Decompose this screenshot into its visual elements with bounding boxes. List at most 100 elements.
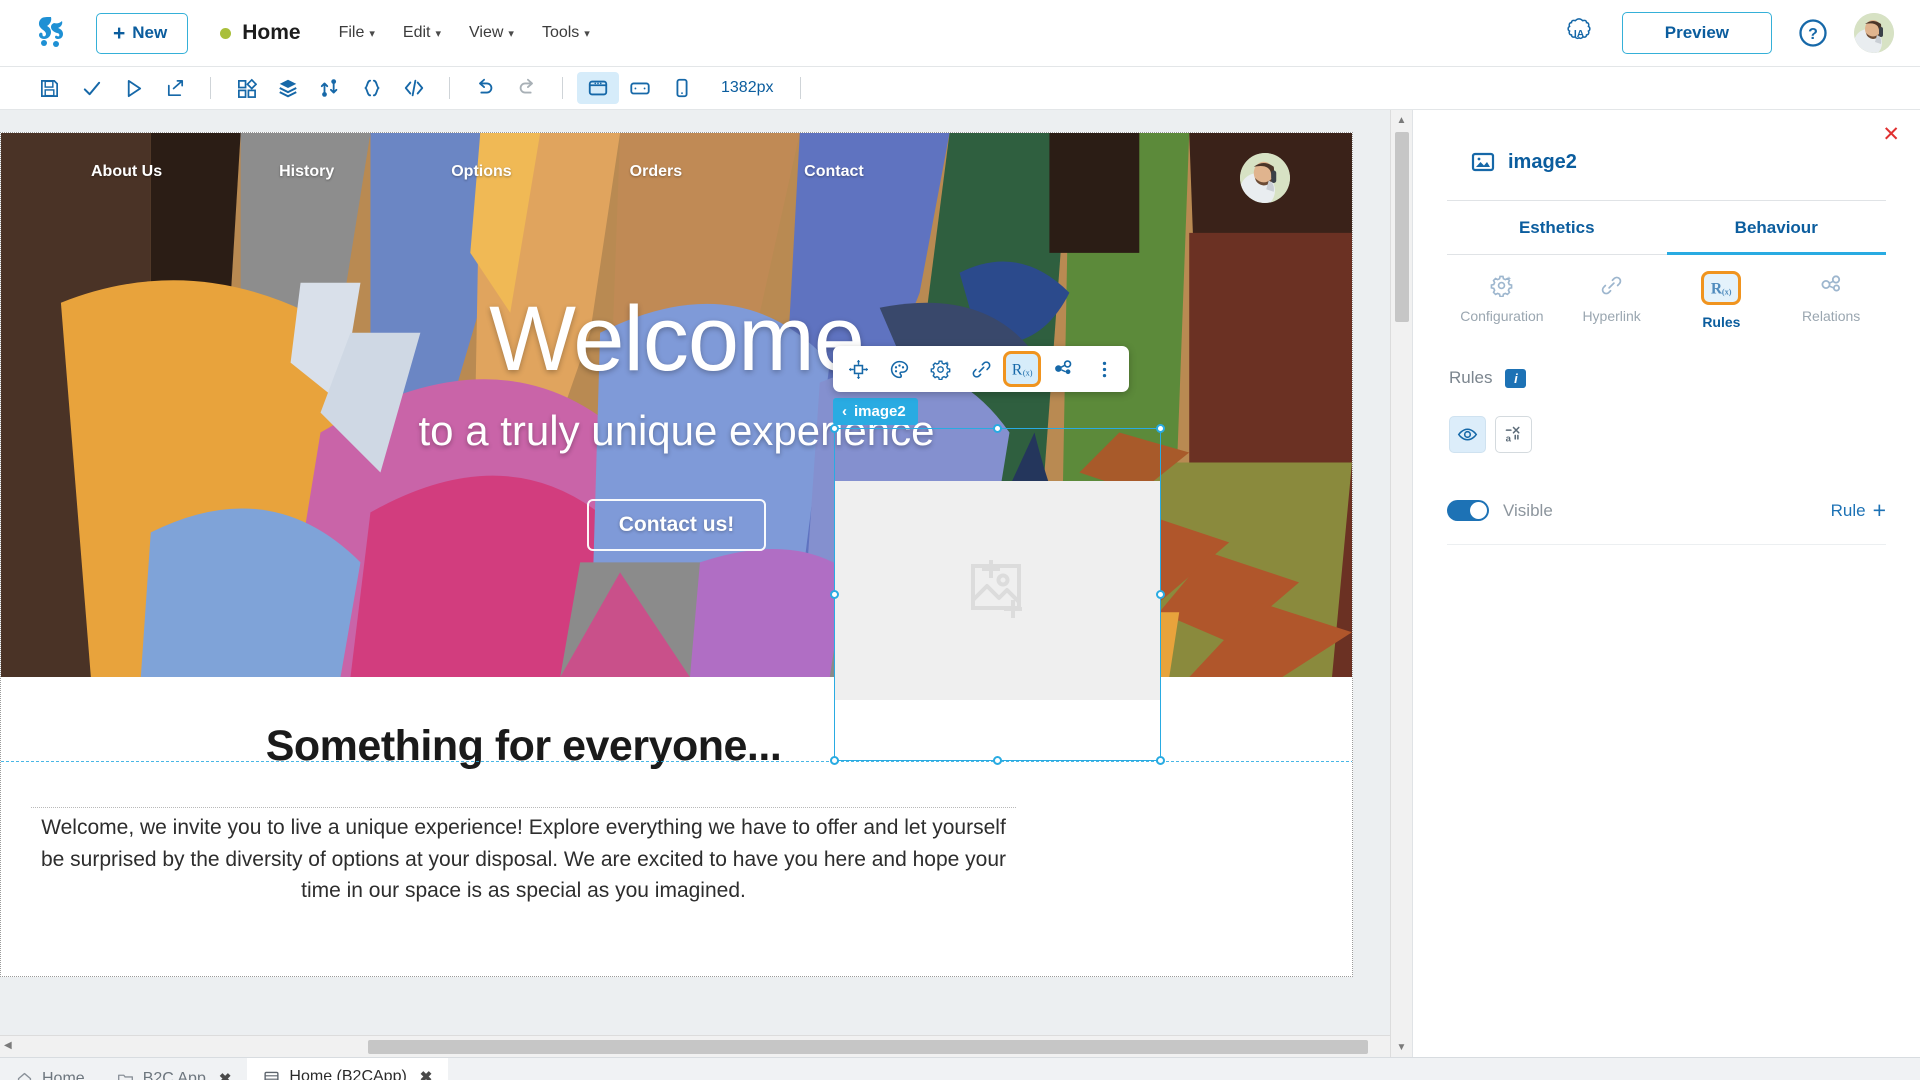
bottom-tab-home-label: Home	[42, 1070, 85, 1080]
bottom-tab-home-b2capp-label: Home (B2CApp)	[289, 1068, 407, 1080]
status-dot	[220, 27, 232, 39]
svg-text:IA: IA	[1574, 29, 1585, 40]
canvas-scroll-area[interactable]: About Us History Options Orders Contact	[0, 110, 1390, 1057]
tablet-view-icon[interactable]	[619, 72, 661, 104]
visibility-mode-icon[interactable]	[1449, 416, 1486, 453]
svg-text:a: a	[1506, 434, 1512, 445]
scroll-up-icon[interactable]: ▲	[1391, 110, 1412, 130]
vertical-scroll-thumb[interactable]	[1395, 132, 1409, 322]
resize-handle-middle-left[interactable]	[830, 589, 839, 599]
horizontal-scroll-thumb[interactable]	[368, 1040, 1368, 1054]
menu-bar: File ▾ Edit ▾ View ▾ Tools ▾	[339, 24, 590, 42]
hero-heading: Welcome	[489, 288, 865, 390]
visible-toggle[interactable]	[1447, 500, 1489, 521]
mobile-view-icon[interactable]	[661, 72, 703, 104]
redo-icon[interactable]	[506, 72, 548, 104]
canvas-horizontal-scrollbar[interactable]: ◀	[0, 1035, 1390, 1057]
bottom-tab-home-b2capp[interactable]: Home (B2CApp) ✖	[247, 1058, 449, 1080]
nav-item-orders[interactable]: Orders	[630, 163, 682, 181]
menu-edit[interactable]: Edit ▾	[403, 24, 441, 42]
svg-text:?: ?	[1808, 26, 1818, 43]
question-circle-icon[interactable]: ?	[1798, 18, 1828, 48]
subtab-rules[interactable]: R (x) Rules	[1667, 271, 1777, 330]
resize-handle-middle-right[interactable]	[1156, 589, 1165, 599]
configuration-icon[interactable]	[921, 351, 959, 387]
new-button[interactable]: + New	[96, 12, 189, 54]
info-icon[interactable]: i	[1505, 368, 1527, 388]
tab-esthetics-label: Esthetics	[1518, 218, 1595, 237]
frog-logo-icon[interactable]	[30, 11, 74, 55]
panel-tabs: Esthetics Behaviour	[1447, 200, 1886, 255]
add-rule-button[interactable]: Rule +	[1831, 499, 1886, 522]
site-avatar[interactable]	[1240, 153, 1290, 203]
flow-icon[interactable]	[309, 72, 351, 104]
nav-item-about-us[interactable]: About Us	[91, 163, 162, 181]
hyperlink-icon[interactable]	[962, 351, 1000, 387]
menu-file[interactable]: File ▾	[339, 24, 375, 42]
save-icon[interactable]	[28, 72, 70, 104]
braces-icon[interactable]	[351, 72, 393, 104]
resize-handle-top-left[interactable]	[830, 424, 839, 433]
bottom-tab-b2c-app[interactable]: B2C App ✖	[101, 1058, 248, 1080]
contact-us-button[interactable]: Contact us!	[586, 499, 767, 551]
check-icon[interactable]	[70, 72, 112, 104]
svg-text:R: R	[1012, 362, 1023, 379]
layers-icon[interactable]	[267, 72, 309, 104]
nav-item-options[interactable]: Options	[451, 163, 511, 181]
undo-icon[interactable]	[464, 72, 506, 104]
rules-label: Rules	[1449, 368, 1493, 387]
rule-mode-buttons: a	[1447, 416, 1886, 453]
menu-tools[interactable]: Tools ▾	[542, 24, 590, 42]
home-icon	[16, 1071, 33, 1080]
subtab-configuration[interactable]: Configuration	[1447, 271, 1557, 330]
editor-toolbar: 1382px	[0, 67, 1920, 110]
relations-icon[interactable]	[1044, 351, 1082, 387]
relations-icon	[1819, 271, 1843, 299]
configuration-icon	[1490, 271, 1513, 299]
resize-handle-top-center[interactable]	[992, 424, 1002, 433]
scroll-down-icon[interactable]: ▼	[1391, 1037, 1412, 1057]
subtab-relations-label: Relations	[1801, 308, 1861, 324]
canvas-vertical-scrollbar[interactable]: ▲ ▼	[1390, 110, 1412, 1057]
selected-element-name: image2	[854, 403, 906, 420]
more-options-icon[interactable]	[1085, 351, 1123, 387]
resize-handle-top-right[interactable]	[1156, 424, 1165, 433]
deploy-icon[interactable]	[154, 72, 196, 104]
selection-box[interactable]	[830, 424, 1165, 765]
menu-view[interactable]: View ▾	[469, 24, 514, 42]
panel-element-name: image2	[1508, 150, 1577, 173]
subtab-rules-label: Rules	[1702, 314, 1741, 330]
nav-item-history[interactable]: History	[279, 163, 334, 181]
tab-behaviour[interactable]: Behaviour	[1666, 201, 1886, 255]
menu-tools-label: Tools	[541, 24, 580, 41]
components-icon[interactable]	[225, 72, 267, 104]
scroll-left-icon[interactable]: ◀	[4, 1040, 12, 1051]
desktop-view-icon[interactable]	[577, 72, 619, 104]
ia-assistant-icon[interactable]: IA	[1562, 16, 1596, 50]
avatar[interactable]	[1854, 13, 1894, 53]
bottom-tab-home[interactable]: Home	[0, 1058, 101, 1080]
svg-text:(x): (x)	[1722, 287, 1732, 296]
resize-handle-bottom-center[interactable]	[992, 756, 1002, 765]
nav-item-contact[interactable]: Contact	[804, 163, 864, 181]
resize-handle-bottom-left[interactable]	[830, 756, 839, 765]
tab-esthetics[interactable]: Esthetics	[1447, 201, 1667, 255]
subtab-relations[interactable]: Relations	[1776, 271, 1886, 330]
resize-handle-bottom-right[interactable]	[1156, 756, 1165, 765]
close-icon[interactable]: ✖	[219, 1070, 232, 1080]
close-icon[interactable]: ✕	[1882, 124, 1900, 145]
subtab-hyperlink[interactable]: Hyperlink	[1557, 271, 1667, 330]
visible-label: Visible	[1503, 500, 1553, 520]
code-icon[interactable]	[393, 72, 435, 104]
run-icon[interactable]	[112, 72, 154, 104]
selected-element-badge[interactable]: ‹ image2	[833, 398, 918, 425]
page-preview-frame[interactable]: About Us History Options Orders Contact	[0, 132, 1353, 977]
palette-icon[interactable]	[880, 351, 918, 387]
preview-button[interactable]: Preview	[1621, 12, 1772, 54]
close-icon[interactable]: ✖	[420, 1068, 433, 1080]
rules-icon[interactable]: R (x)	[1003, 351, 1041, 387]
plus-icon: +	[113, 21, 126, 45]
chevron-down-icon: ▾	[435, 27, 442, 40]
move-resize-icon[interactable]	[839, 351, 877, 387]
format-mode-icon[interactable]: a	[1495, 416, 1532, 453]
